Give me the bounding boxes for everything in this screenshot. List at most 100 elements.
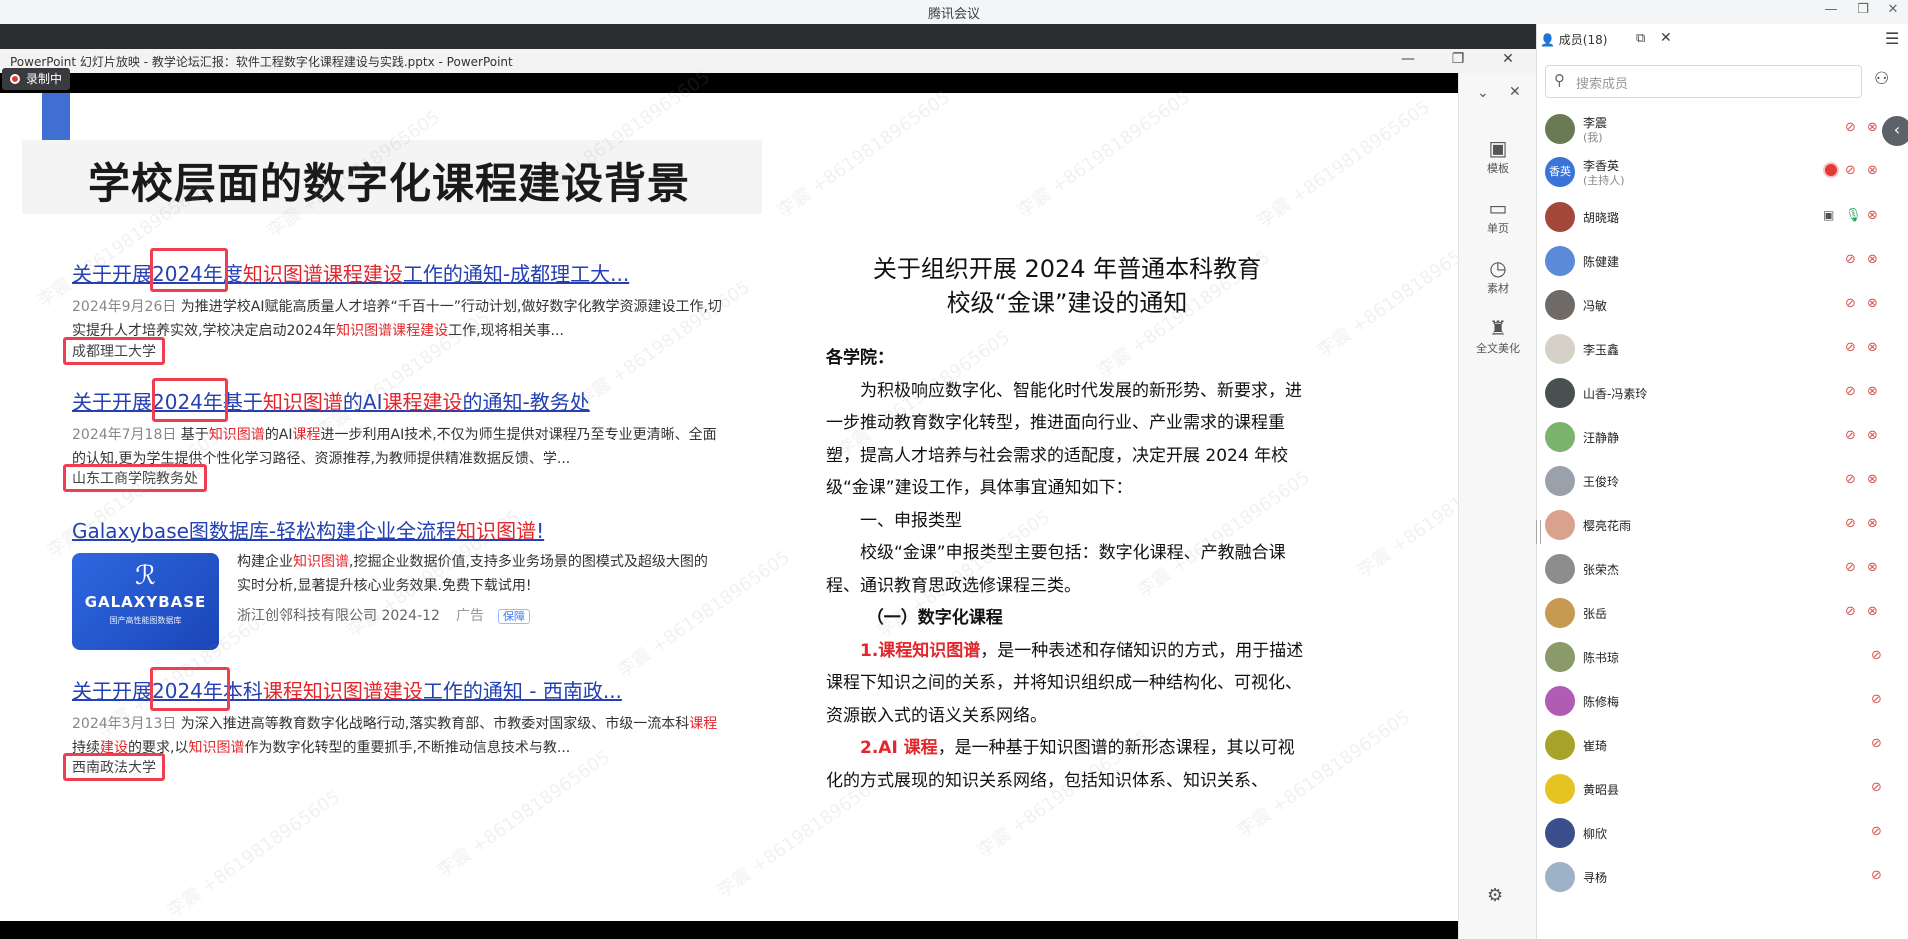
member-row[interactable]: 山香-冯素玲 ⊘ ⊗: [1545, 375, 1885, 411]
panel-resize-handle[interactable]: [1536, 520, 1541, 544]
member-row[interactable]: 陈书琼 ⊘: [1545, 639, 1885, 675]
settings-gear-icon[interactable]: ⚙: [1487, 885, 1503, 906]
tool-template[interactable]: ▣ 模板: [1459, 136, 1537, 176]
mic-muted-icon[interactable]: ⊘: [1871, 824, 1882, 839]
camera-off-icon[interactable]: ⊗: [1867, 163, 1878, 178]
member-name: 陈健建: [1583, 255, 1620, 269]
avatar: [1545, 554, 1575, 584]
result-source-badge[interactable]: 西南政法大学: [63, 753, 165, 781]
pane-close-icon[interactable]: ✕: [1509, 84, 1521, 100]
camera-off-icon[interactable]: ⊗: [1867, 296, 1878, 311]
avatar: [1545, 202, 1575, 232]
member-row[interactable]: 陈修梅 ⊘: [1545, 683, 1885, 719]
members-tab[interactable]: 👤 成员(18): [1540, 31, 1607, 48]
member-row[interactable]: 李玉鑫 ⊘ ⊗: [1545, 331, 1885, 367]
mic-muted-icon[interactable]: ⊘: [1845, 120, 1856, 135]
member-row[interactable]: 王俊玲 ⊘ ⊗: [1545, 463, 1885, 499]
result-source-badge[interactable]: 山东工商学院教务处: [63, 464, 207, 492]
mic-muted-icon[interactable]: ⊘: [1845, 472, 1856, 487]
member-row[interactable]: 陈健建 ⊘ ⊗: [1545, 243, 1885, 279]
member-search-input[interactable]: ⚲ 搜索成员: [1545, 65, 1862, 98]
galaxybase-logo[interactable]: ℛ GALAXYBASE 国产高性能图数据库: [72, 553, 219, 650]
member-row[interactable]: 崔琦 ⊘: [1545, 727, 1885, 763]
close-icon[interactable]: ✕: [1882, 2, 1904, 17]
mic-muted-icon[interactable]: ⊘: [1871, 648, 1882, 663]
member-row[interactable]: 汪静静 ⊘ ⊗: [1545, 419, 1885, 455]
member-row[interactable]: 张荣杰 ⊘ ⊗: [1545, 551, 1885, 587]
member-row[interactable]: 李震 (我) ⊘ ⊗: [1545, 111, 1885, 147]
member-role: (主持人): [1583, 174, 1625, 187]
mic-muted-icon[interactable]: ⊘: [1871, 780, 1882, 795]
camera-off-icon[interactable]: ⊗: [1867, 208, 1878, 223]
member-row[interactable]: 冯敏 ⊘ ⊗: [1545, 287, 1885, 323]
member-row[interactable]: 黄昭县 ⊘: [1545, 771, 1885, 807]
mic-muted-icon[interactable]: ⊘: [1845, 163, 1856, 178]
camera-off-icon[interactable]: ⊗: [1867, 340, 1878, 355]
ppt-close-icon[interactable]: ✕: [1498, 51, 1518, 67]
mic-muted-icon[interactable]: ⊘: [1845, 252, 1856, 267]
member-role: (我): [1583, 131, 1603, 144]
member-name: 黄昭县: [1583, 783, 1620, 797]
ad-footer: 浙江创邻科技有限公司 2024-12 广告 保障: [237, 605, 530, 625]
mic-muted-icon[interactable]: ⊘: [1845, 340, 1856, 355]
slide-bottom-band: [0, 921, 1458, 939]
ppt-minimize-icon[interactable]: —: [1398, 51, 1418, 67]
mic-muted-icon[interactable]: ⊘: [1845, 428, 1856, 443]
avatar: [1545, 774, 1575, 804]
doc-paragraph: 为积极响应数字化、智能化时代发展的新形势、新要求，进一步推动教育数字化转型，推进…: [826, 380, 1302, 499]
avatar: [1545, 246, 1575, 276]
tool-assets[interactable]: ◷ 素材: [1459, 256, 1537, 296]
menu-icon[interactable]: ☰: [1885, 29, 1899, 48]
camera-off-icon[interactable]: ⊗: [1867, 120, 1878, 135]
camera-off-icon[interactable]: ⊗: [1867, 516, 1878, 531]
mic-muted-icon[interactable]: ⊘: [1845, 384, 1856, 399]
mic-muted-icon[interactable]: ⊘: [1871, 692, 1882, 707]
avatar: [1545, 290, 1575, 320]
mic-on-icon[interactable]: 🎙: [1845, 208, 1862, 223]
app-titlebar: 腾讯会议 — ❐ ✕: [0, 0, 1908, 25]
camera-off-icon[interactable]: ⊗: [1867, 560, 1878, 575]
avatar: [1545, 686, 1575, 716]
result-snippet: 2024年9月26日 为推进学校AI赋能高质量人才培养“千百十一”行动计划,做好…: [72, 299, 722, 339]
camera-off-icon[interactable]: ⊗: [1867, 428, 1878, 443]
mic-muted-icon[interactable]: ⊘: [1871, 736, 1882, 751]
ad-title-link[interactable]: Galaxybase图数据库-轻松构建企业全流程知识图谱!: [72, 515, 544, 544]
member-name: 李玉鑫: [1583, 343, 1620, 357]
member-row[interactable]: 樱亮花雨 ⊘ ⊗: [1545, 507, 1885, 543]
mic-muted-icon[interactable]: ⊘: [1845, 560, 1856, 575]
camera-off-icon[interactable]: ⊗: [1867, 252, 1878, 267]
invite-member-icon[interactable]: ⚇: [1874, 69, 1889, 89]
minimize-icon[interactable]: —: [1820, 2, 1842, 17]
member-row[interactable]: 柳欣 ⊘: [1545, 815, 1885, 851]
popout-icon[interactable]: ⧉: [1636, 31, 1645, 46]
result-source-badge[interactable]: 成都理工大学: [63, 337, 165, 365]
member-name: 寻杨: [1583, 871, 1608, 885]
member-row[interactable]: 寻杨 ⊘: [1545, 859, 1885, 895]
restore-icon[interactable]: ❐: [1852, 2, 1874, 17]
ppt-window-title: PowerPoint 幻灯片放映 - 教学论坛汇报：软件工程数字化课程建设与实践…: [10, 55, 513, 69]
tool-single-page[interactable]: ▭ 单页: [1459, 196, 1537, 236]
camera-off-icon[interactable]: ⊗: [1867, 384, 1878, 399]
ppt-restore-icon[interactable]: ❐: [1448, 51, 1468, 67]
tool-beautify[interactable]: ♜ 全文美化: [1459, 316, 1537, 356]
mic-muted-icon[interactable]: ⊘: [1845, 296, 1856, 311]
avatar: [1545, 422, 1575, 452]
mic-muted-icon[interactable]: ⊘: [1845, 604, 1856, 619]
notice-document: 关于组织开展 2024 年普通本科教育 校级“金课”建设的通知 各学院： 为积极…: [826, 252, 1308, 797]
camera-off-icon[interactable]: ⊗: [1867, 604, 1878, 619]
member-row[interactable]: 香英 李香英 (主持人) ⊘ ⊗: [1545, 154, 1885, 190]
mic-muted-icon[interactable]: ⊘: [1871, 868, 1882, 883]
member-row[interactable]: 胡晓璐 🎙 ⊗ ▣: [1545, 199, 1885, 235]
doc-subheading: （一）数字化课程: [866, 608, 1003, 628]
doc-title-line1: 关于组织开展 2024 年普通本科教育: [872, 255, 1262, 283]
mic-muted-icon[interactable]: ⊘: [1845, 516, 1856, 531]
camera-off-icon[interactable]: ⊗: [1867, 472, 1878, 487]
doc-section-heading: 一、申报类型: [860, 510, 962, 531]
slide-top-band: [0, 73, 1458, 93]
member-row[interactable]: 张岳 ⊘ ⊗: [1545, 595, 1885, 631]
panel-close-icon[interactable]: ✕: [1660, 30, 1672, 46]
collapse-panel-button[interactable]: ‹: [1882, 116, 1908, 146]
recording-indicator[interactable]: 录制中: [2, 68, 71, 90]
doc-title-line2: 校级“金课”建设的通知: [946, 289, 1188, 317]
collapse-chevron-icon[interactable]: ⌄: [1477, 85, 1489, 101]
